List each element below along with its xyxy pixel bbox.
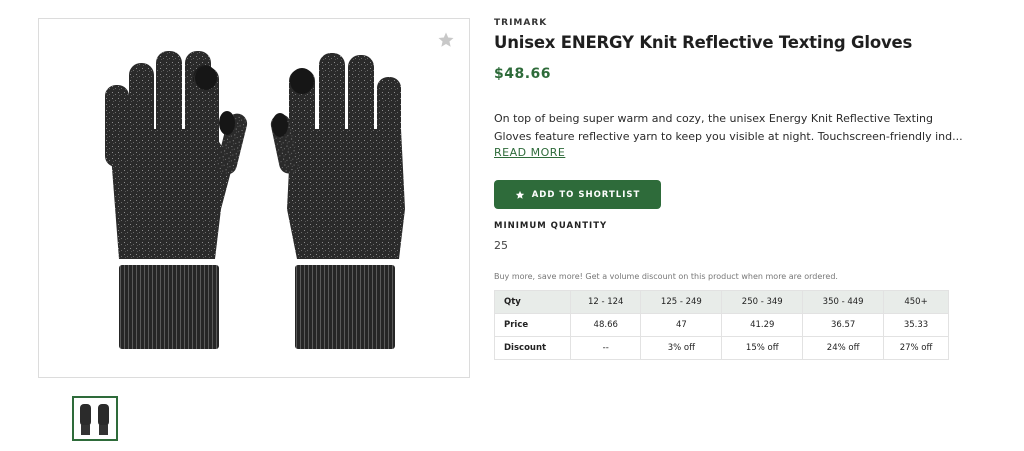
table-cell: 24% off xyxy=(802,336,885,360)
read-more-link[interactable]: READ MORE xyxy=(494,146,565,159)
table-row: Discount -- 3% off 15% off 24% off 27% o… xyxy=(494,336,949,360)
table-header-cell: 350 - 449 xyxy=(802,290,885,314)
description-line: Gloves feature reflective yarn to keep y… xyxy=(494,130,963,143)
table-header-row: Qty 12 - 124 125 - 249 250 - 349 350 - 4… xyxy=(494,290,949,314)
star-icon xyxy=(515,190,524,199)
description-line: On top of being super warm and cozy, the… xyxy=(494,112,933,125)
product-thumbnail[interactable] xyxy=(72,396,118,441)
table-header-cell: 12 - 124 xyxy=(569,290,642,314)
volume-pricing-table: Qty 12 - 124 125 - 249 250 - 349 350 - 4… xyxy=(494,290,949,360)
minimum-quantity-label: MINIMUM QUANTITY xyxy=(494,221,608,231)
shortlist-button-label: ADD TO SHORTLIST xyxy=(531,189,641,200)
table-cell: 27% off xyxy=(883,336,949,360)
table-header-cell: Qty xyxy=(494,290,571,314)
gloves-thumbnail-image xyxy=(80,404,109,435)
table-cell: 47 xyxy=(640,313,723,337)
product-title: Unisex ENERGY Knit Reflective Texting Gl… xyxy=(494,33,913,52)
gloves-image xyxy=(105,51,405,349)
table-cell: 35.33 xyxy=(883,313,949,337)
table-cell: 36.57 xyxy=(802,313,885,337)
minimum-quantity-value: 25 xyxy=(494,239,508,252)
table-cell: -- xyxy=(569,336,642,360)
brand-name: TRIMARK xyxy=(494,18,548,28)
table-cell: 48.66 xyxy=(569,313,642,337)
table-header-cell: 125 - 249 xyxy=(640,290,723,314)
table-header-cell: 450+ xyxy=(883,290,949,314)
add-to-shortlist-button[interactable]: ADD TO SHORTLIST xyxy=(494,180,661,209)
table-cell: 3% off xyxy=(640,336,723,360)
table-cell: Price xyxy=(494,313,571,337)
table-cell: 41.29 xyxy=(721,313,804,337)
table-row: Price 48.66 47 41.29 36.57 35.33 xyxy=(494,313,949,337)
left-glove xyxy=(105,51,248,349)
right-glove xyxy=(270,53,405,349)
product-price: $48.66 xyxy=(494,66,552,82)
table-header-cell: 250 - 349 xyxy=(721,290,804,314)
favorite-star-icon[interactable] xyxy=(437,31,455,49)
table-cell: 15% off xyxy=(721,336,804,360)
volume-discount-note: Buy more, save more! Get a volume discou… xyxy=(494,272,838,281)
product-description: On top of being super warm and cozy, the… xyxy=(494,110,964,146)
table-cell: Discount xyxy=(494,336,571,360)
product-main-image xyxy=(38,18,470,378)
